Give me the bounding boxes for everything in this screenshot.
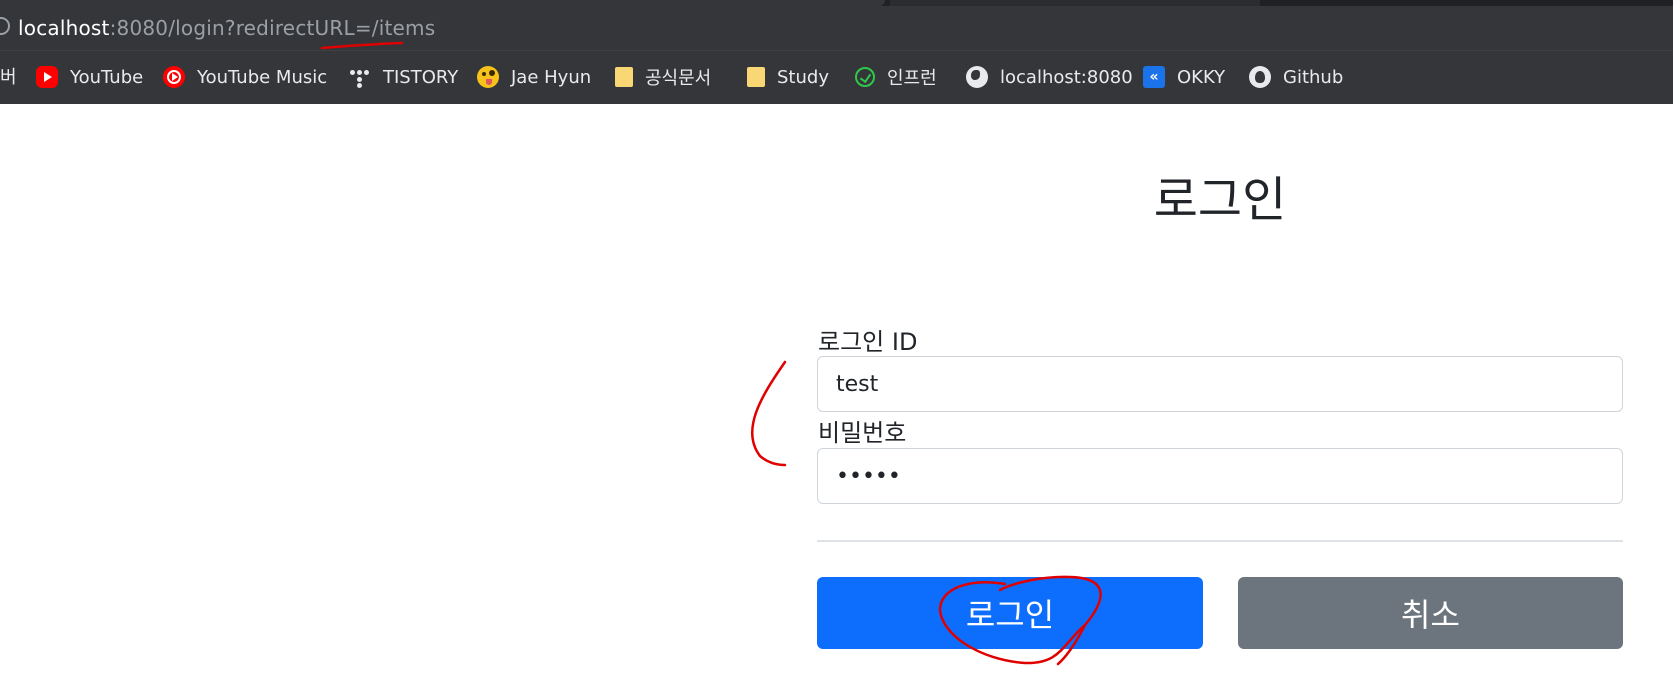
bookmark-label: localhost:8080 (1000, 66, 1133, 88)
youtube-icon (36, 66, 58, 88)
bookmark-youtube-music[interactable]: YouTube Music (163, 63, 327, 91)
bookmark-label: 인프런 (887, 68, 937, 89)
github-icon (1249, 66, 1271, 88)
folder-icon (615, 67, 633, 87)
url-host: localhost (18, 16, 110, 40)
login-submit-button[interactable]: 로그인 (817, 577, 1203, 649)
login-id-label: 로그인 ID (818, 328, 918, 356)
bookmark-tistory[interactable]: TISTORY (349, 63, 458, 91)
bookmark-okky[interactable]: « OKKY (1143, 63, 1225, 91)
bookmark-github[interactable]: Github (1249, 63, 1343, 91)
bookmark-label: Study (777, 66, 829, 88)
cancel-button[interactable]: 취소 (1238, 577, 1623, 649)
inflearn-icon (855, 67, 875, 87)
bookmark-youtube[interactable]: YouTube (36, 63, 143, 91)
login-id-input[interactable] (817, 356, 1623, 412)
page-title: 로그인 (1153, 172, 1287, 228)
bookmarks-bar: 버 YouTube YouTube Music TISTORY Jae Hyun… (0, 50, 1673, 104)
bookmark-label: TISTORY (383, 66, 459, 88)
password-label: 비밀번호 (818, 419, 907, 447)
bookmark-label: Jae Hyun (511, 66, 592, 88)
url-text[interactable]: localhost:8080/login?redirectURL=/items (18, 16, 435, 40)
bookmark-localhost[interactable]: localhost:8080 (966, 63, 1133, 91)
globe-icon (966, 66, 988, 88)
bookmark-truncated[interactable]: 버 (0, 63, 17, 89)
bookmark-label: YouTube (70, 66, 144, 88)
youtube-music-icon (163, 66, 185, 88)
url-path: :8080/login?redirectURL=/items (109, 16, 436, 40)
address-bar[interactable]: localhost:8080/login?redirectURL=/items (0, 6, 1673, 50)
form-divider (817, 540, 1623, 542)
bookmark-jae-hyun[interactable]: Jae Hyun (477, 63, 591, 91)
password-input[interactable] (817, 448, 1623, 504)
okky-icon: « (1143, 66, 1165, 88)
bookmark-label: OKKY (1177, 66, 1226, 88)
bookmark-label: 공식문서 (645, 68, 712, 89)
bookmark-folder-docs[interactable]: 공식문서 (613, 63, 711, 91)
form-bracket-annotation (750, 360, 787, 467)
bookmark-folder-study[interactable]: Study (745, 63, 829, 91)
bookmark-inflearn[interactable]: 인프런 (855, 63, 937, 91)
bookmark-label: YouTube Music (197, 66, 328, 88)
site-info-icon[interactable] (0, 17, 10, 35)
bookmark-label: Github (1283, 66, 1344, 88)
folder-icon (747, 67, 765, 87)
emoji-icon (477, 66, 499, 88)
tistory-icon (349, 66, 371, 88)
